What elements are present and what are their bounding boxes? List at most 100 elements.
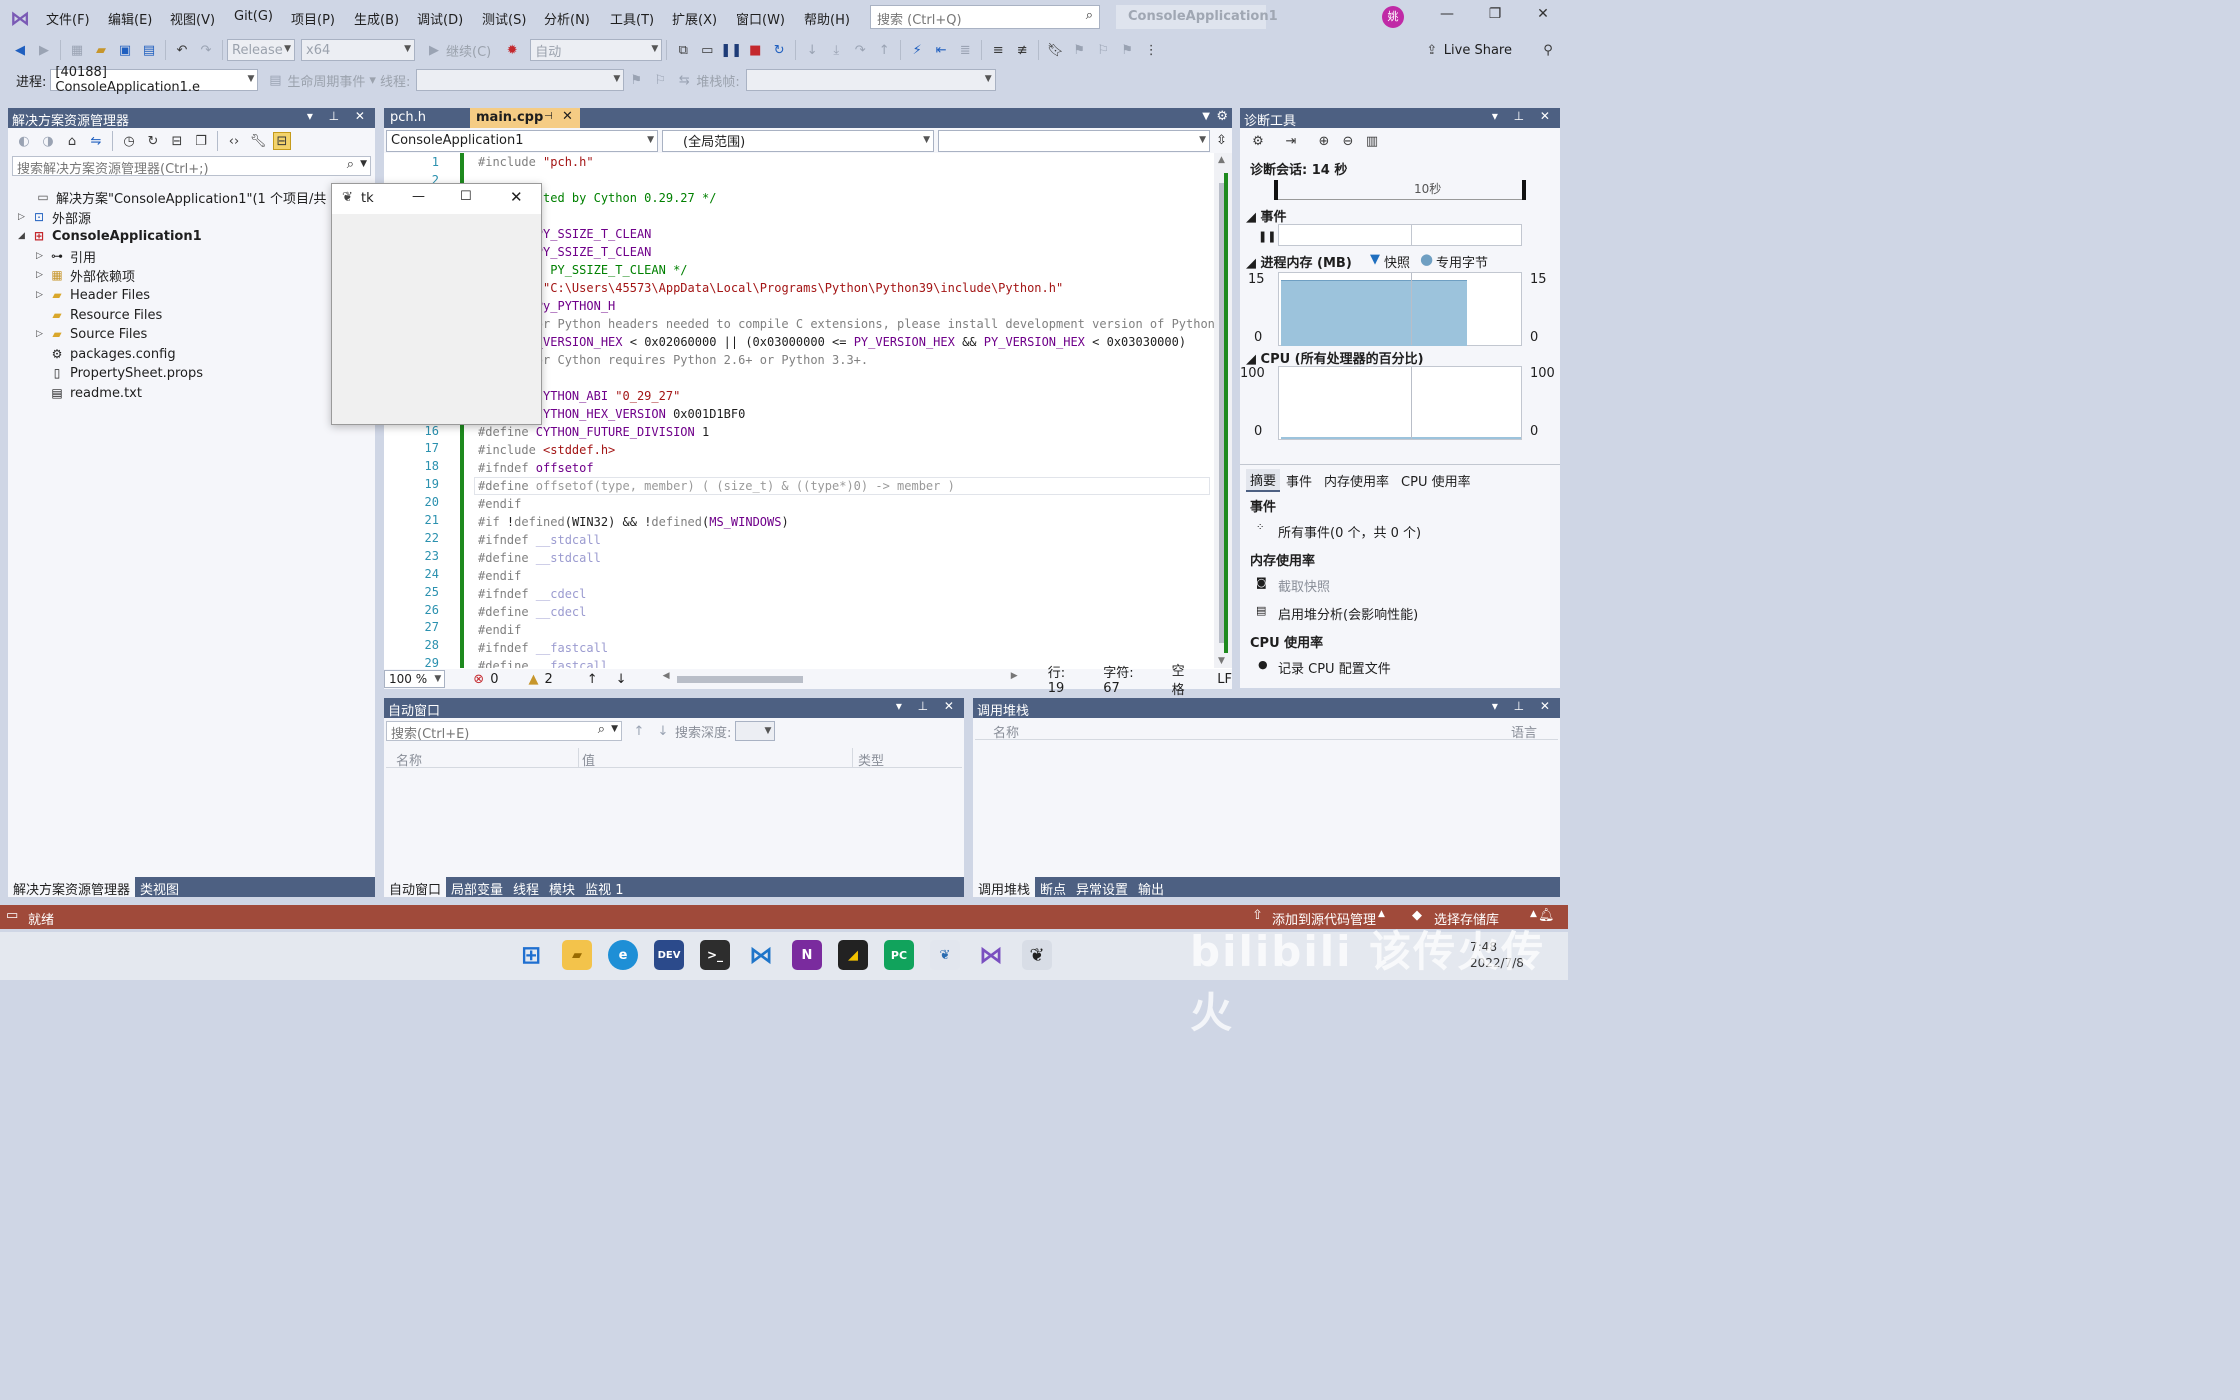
bookmark-icon[interactable]: 🔖︎ xyxy=(1046,41,1064,59)
tab-summary[interactable]: 摘要 xyxy=(1246,468,1281,492)
menu-project[interactable]: 项目(P) xyxy=(291,9,335,28)
step-back-icon[interactable]: ↷ xyxy=(851,41,869,59)
toggle-icon[interactable]: ⇆ xyxy=(675,71,693,89)
settings-icon[interactable]: ⚙ xyxy=(1216,109,1228,124)
menu-analyze[interactable]: 分析(N) xyxy=(544,9,590,28)
panel-pin-close-icon[interactable]: ▾ ⊥ ✕ xyxy=(896,699,960,713)
tab-threads[interactable]: 线程 xyxy=(508,877,544,898)
tree-header-files[interactable]: ▷ ▰ Header Files xyxy=(36,286,150,304)
continue-button[interactable]: 继续(C) xyxy=(446,41,491,60)
clear-bookmarks-icon[interactable]: ⚑ xyxy=(1118,41,1136,59)
menu-view[interactable]: 视图(V) xyxy=(170,9,215,28)
expand-icon[interactable]: ▷ xyxy=(18,212,30,222)
tab-exception-settings[interactable]: 异常设置 xyxy=(1071,877,1133,898)
search-depth-select[interactable]: ▼ xyxy=(735,721,776,741)
tab-call-stack[interactable]: 调用堆栈 xyxy=(973,877,1036,898)
menu-build[interactable]: 生成(B) xyxy=(354,9,399,28)
menu-window[interactable]: 窗口(W) xyxy=(736,9,785,28)
project-nav-select[interactable]: ConsoleApplication1 ▼ xyxy=(386,129,658,152)
export-icon[interactable]: ⇥ xyxy=(1282,132,1300,150)
edge-icon[interactable]: e xyxy=(608,940,638,970)
back-icon[interactable]: ◐ xyxy=(15,132,33,150)
member-nav-select[interactable]: ▼ xyxy=(938,129,1210,152)
all-events-link[interactable]: 所有事件(0 个，共 0 个) xyxy=(1278,522,1421,541)
windows-start-icon[interactable]: ⊞ xyxy=(516,940,546,970)
back-icon[interactable]: ◀ xyxy=(11,41,29,59)
tab-autos[interactable]: 自动窗口 xyxy=(384,877,447,898)
stop-icon[interactable]: ■ xyxy=(746,41,764,59)
restore-icon[interactable]: ❐ xyxy=(1480,6,1510,28)
cpu-section-header[interactable]: ◢ CPU (所有处理器的百分比) xyxy=(1246,348,1424,367)
col-type[interactable]: 类型 xyxy=(858,750,884,769)
expand-icon[interactable]: ▷ xyxy=(36,290,48,300)
file-explorer-icon[interactable]: ▰ xyxy=(562,940,592,970)
home-icon[interactable]: ⌂ xyxy=(63,132,81,150)
enable-heap-profiling-button[interactable]: 启用堆分析(会影响性能) xyxy=(1278,604,1418,623)
global-search-input[interactable]: 搜索 (Ctrl+Q) ⌕ xyxy=(870,5,1100,29)
save-all-icon[interactable]: ▤ xyxy=(140,41,158,59)
solution-search-input[interactable]: 搜索解决方案资源管理器(Ctrl+;) ⌕ ▼ xyxy=(12,156,371,177)
diagnostic-icon[interactable]: ⚡ xyxy=(908,41,926,59)
continue-icon[interactable]: ▶ xyxy=(425,41,443,59)
next-issue-icon[interactable]: ↓ xyxy=(616,672,627,687)
split-icon[interactable]: ⇳ xyxy=(1216,133,1227,148)
tree-dependencies[interactable]: ▷ ▦ 外部依赖项 xyxy=(36,266,135,285)
tab-locals[interactable]: 局部变量 xyxy=(446,877,508,898)
close-icon[interactable]: ✕ xyxy=(1528,6,1558,28)
tab-solution-explorer[interactable]: 解决方案资源管理器 xyxy=(8,877,136,898)
reset-view-icon[interactable]: ▥ xyxy=(1363,132,1381,150)
tk-title-bar[interactable]: ❦ tk — ☐ ✕ xyxy=(332,184,541,214)
close-tab-icon[interactable]: ✕ xyxy=(562,109,573,124)
process-select[interactable]: [40188] ConsoleApplication1.e ▼ xyxy=(50,65,259,95)
tab-watch-1[interactable]: 监视 1 xyxy=(580,877,628,898)
tree-solution[interactable]: ▭ 解决方案"ConsoleApplication1"(1 个项目/共 1 个) xyxy=(22,188,361,207)
indent-icon[interactable]: ⇤ xyxy=(932,41,950,59)
code-icon[interactable]: ‹› xyxy=(225,132,243,150)
tab-events[interactable]: 事件 xyxy=(1280,470,1318,491)
lifecycle-events-button[interactable]: 生命周期事件 xyxy=(287,71,365,90)
vertical-scrollbar[interactable]: ▲ ▼ xyxy=(1214,153,1232,668)
tab-list-icon[interactable]: ▼ xyxy=(1202,111,1210,122)
warning-count[interactable]: 2 xyxy=(544,672,552,687)
configuration-select[interactable]: Release ▼ xyxy=(227,39,295,61)
panel-pin-close-icon[interactable]: ▾ ⊥ ✕ xyxy=(307,109,371,123)
expand-icon[interactable]: ▷ xyxy=(36,270,48,280)
thread-select[interactable]: ▼ xyxy=(416,69,625,91)
live-share-button[interactable]: Live Share xyxy=(1444,43,1512,58)
open-folder-icon[interactable]: ▰ xyxy=(92,41,110,59)
chevron-down-icon[interactable]: ▼ xyxy=(360,159,367,169)
menu-extensions[interactable]: 扩展(X) xyxy=(672,9,717,28)
terminal-icon[interactable]: >_ xyxy=(700,940,730,970)
line-ending[interactable]: LF xyxy=(1217,672,1232,687)
chevron-down-icon[interactable]: ▼ xyxy=(611,724,618,734)
tree-packages-config[interactable]: ⚙ packages.config xyxy=(36,345,176,363)
tab-memory-usage[interactable]: 内存使用率 xyxy=(1318,470,1395,491)
dev-cpp-icon[interactable]: DEV xyxy=(654,940,684,970)
tree-resource-files[interactable]: ▰ Resource Files xyxy=(36,306,162,324)
comment-icon[interactable]: ≡ xyxy=(989,41,1007,59)
indentation-mode[interactable]: 空格 xyxy=(1172,660,1198,698)
tk-window[interactable]: ❦ tk — ☐ ✕ xyxy=(331,183,542,425)
more-icon[interactable]: ⋮ xyxy=(1142,41,1160,59)
tree-external-sources[interactable]: ▷ ⊡ 外部源 xyxy=(18,208,91,227)
save-icon[interactable]: ▣ xyxy=(116,41,134,59)
zoom-out-icon[interactable]: ⊖ xyxy=(1339,132,1357,150)
minimize-icon[interactable]: — xyxy=(1432,6,1462,28)
panel-pin-close-icon[interactable]: ▾ ⊥ ✕ xyxy=(1492,109,1556,123)
record-cpu-profile-button[interactable]: 记录 CPU 配置文件 xyxy=(1278,658,1391,677)
avatar[interactable]: 姚 xyxy=(1382,6,1404,28)
col-value[interactable]: 值 xyxy=(582,750,595,769)
forward-icon[interactable]: ▶ xyxy=(35,41,53,59)
tree-references[interactable]: ▷ ⊶ 引用 xyxy=(36,247,96,266)
collapse-icon[interactable]: ◢ xyxy=(18,231,30,241)
collapse-all-icon[interactable]: ⊟ xyxy=(168,132,186,150)
auto-select[interactable]: 自动 ▼ xyxy=(530,39,663,61)
menu-test[interactable]: 测试(S) xyxy=(482,9,526,28)
vscode-icon[interactable]: ⋈ xyxy=(746,940,776,970)
menu-git[interactable]: Git(G) xyxy=(234,9,273,24)
tab-output[interactable]: 输出 xyxy=(1133,877,1169,898)
tab-modules[interactable]: 模块 xyxy=(544,877,580,898)
tree-project[interactable]: ◢ ⊞ ConsoleApplication1 xyxy=(18,227,202,245)
horizontal-scrollbar[interactable]: ◀ ▶ xyxy=(663,671,1018,685)
tk-feather-icon[interactable]: ❦ xyxy=(1022,940,1052,970)
